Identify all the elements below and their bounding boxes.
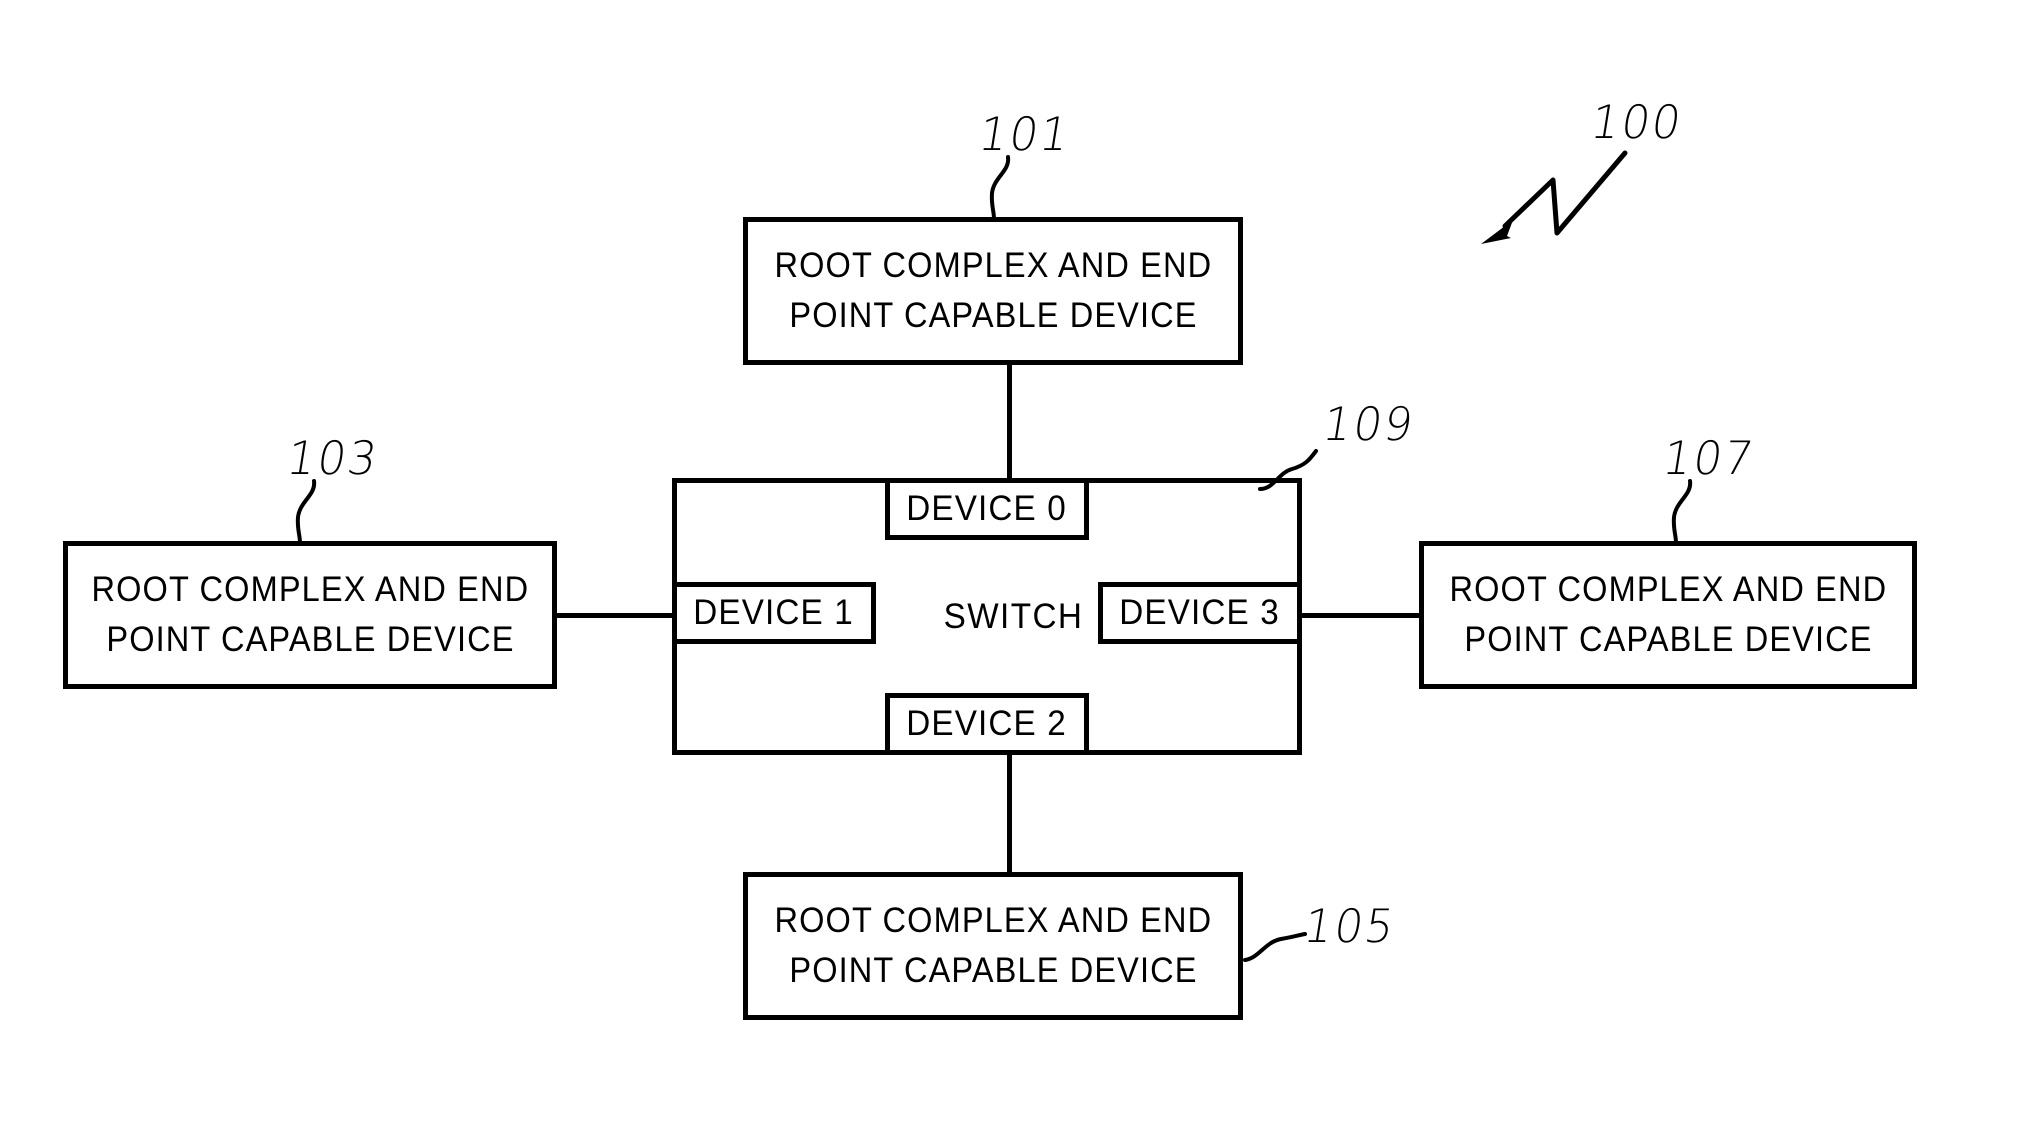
reference-numeral-100: 100 [1587,95,1687,149]
reference-numeral-103: 103 [283,431,383,485]
root-complex-top-line2: POINT CAPABLE DEVICE [788,296,1198,335]
leader-path [1243,932,1307,962]
device-0-label: DEVICE 0 [906,489,1068,528]
root-complex-box-top: ROOT COMPLEX AND END POINT CAPABLE DEVIC… [743,217,1243,365]
device-2-label: DEVICE 2 [906,704,1068,743]
patent-figure: SWITCH DEVICE 0 DEVICE 1 DEVICE 2 DEVICE… [0,0,2027,1141]
root-complex-right-line1: ROOT COMPLEX AND END [1449,570,1887,610]
leader-line-101 [989,155,1011,221]
reference-numeral-107: 107 [1659,431,1759,485]
switch-port-device-3: DEVICE 3 [1098,582,1302,644]
leader-path [989,155,1011,221]
root-complex-top-line1: ROOT COMPLEX AND END [774,246,1212,286]
connector-top [1007,363,1012,483]
device-3-label: DEVICE 3 [1119,593,1281,632]
switch-port-device-1: DEVICE 1 [672,582,876,644]
reference-numeral-101: 101 [975,107,1075,161]
root-complex-left-line2: POINT CAPABLE DEVICE [105,620,515,659]
root-complex-bottom-line1: ROOT COMPLEX AND END [774,901,1212,941]
zigzag-arrow-icon [1481,150,1628,244]
root-complex-box-left: ROOT COMPLEX AND END POINT CAPABLE DEVIC… [63,541,557,689]
leader-line-107 [1671,479,1693,545]
reference-numeral-105: 105 [1300,899,1400,953]
leader-path [1258,449,1318,491]
switch-port-device-0: DEVICE 0 [885,478,1089,540]
root-complex-box-right: ROOT COMPLEX AND END POINT CAPABLE DEVIC… [1419,541,1917,689]
leader-path [1671,479,1693,545]
leader-line-103 [295,479,317,545]
root-complex-right-line2: POINT CAPABLE DEVICE [1463,620,1873,659]
root-complex-left-line1: ROOT COMPLEX AND END [91,570,529,610]
leader-line-105 [1243,932,1307,962]
leader-path [295,479,317,545]
reference-numeral-109: 109 [1319,397,1419,451]
device-1-label: DEVICE 1 [693,593,855,632]
root-complex-bottom-line2: POINT CAPABLE DEVICE [788,951,1198,990]
connector-bottom [1007,752,1012,874]
switch-port-device-2: DEVICE 2 [885,693,1089,755]
leader-line-109 [1258,449,1318,491]
root-complex-box-bottom: ROOT COMPLEX AND END POINT CAPABLE DEVIC… [743,872,1243,1020]
